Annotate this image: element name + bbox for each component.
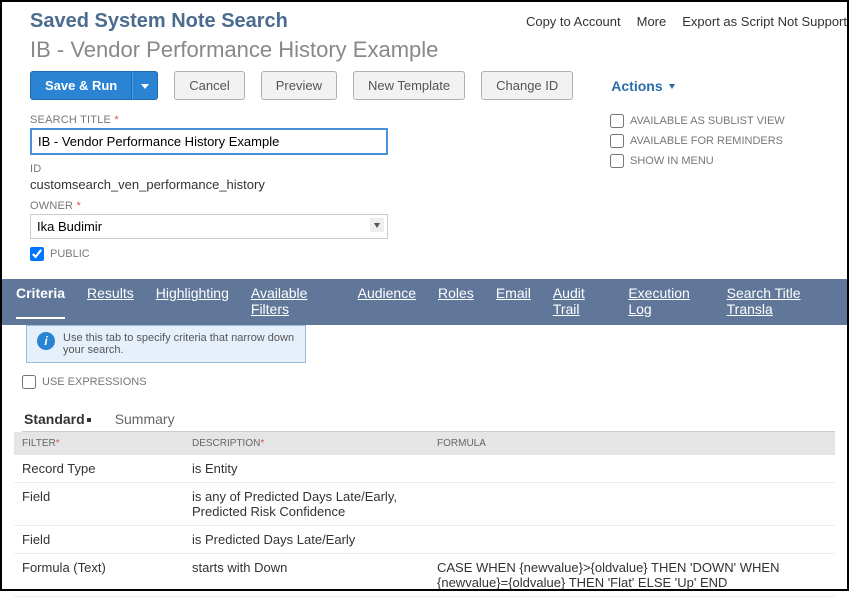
actions-menu-link[interactable]: Actions xyxy=(611,78,674,94)
tab-available-filters[interactable]: Available Filters xyxy=(251,285,336,319)
available-reminders-label: AVAILABLE FOR REMINDERS xyxy=(630,135,783,147)
cell-description: starts with Down xyxy=(184,554,429,597)
caret-down-icon xyxy=(141,84,149,89)
export-script-link[interactable]: Export as Script Not Support xyxy=(682,14,847,29)
cell-formula xyxy=(429,455,835,483)
search-title-input[interactable] xyxy=(30,128,388,155)
available-sublist-checkbox[interactable] xyxy=(610,114,624,128)
criteria-table: FILTER* DESCRIPTION* FORMULA Record Type… xyxy=(14,432,835,597)
tab-audience[interactable]: Audience xyxy=(358,285,416,319)
tab-criteria[interactable]: Criteria xyxy=(16,285,65,319)
cell-filter: Formula (Text) xyxy=(14,554,184,597)
owner-select[interactable] xyxy=(30,214,388,239)
tab-search-title-translation[interactable]: Search Title Transla xyxy=(727,285,833,319)
new-template-button[interactable]: New Template xyxy=(353,71,465,100)
info-icon: i xyxy=(37,332,55,350)
page-subtitle: IB - Vendor Performance History Example xyxy=(30,37,847,63)
col-header-formula: FORMULA xyxy=(429,432,835,455)
table-row[interactable]: Record Type is Entity xyxy=(14,455,835,483)
sub-tab-standard[interactable]: Standard xyxy=(22,407,93,431)
save-and-run-menu-button[interactable] xyxy=(132,71,158,100)
public-checkbox[interactable] xyxy=(30,247,44,261)
tab-execution-log[interactable]: Execution Log xyxy=(628,285,704,319)
page-heading: Saved System Note Search xyxy=(30,10,288,33)
use-expressions-checkbox[interactable] xyxy=(22,375,36,389)
use-expressions-label: USE EXPRESSIONS xyxy=(42,376,147,388)
save-and-run-button[interactable]: Save & Run xyxy=(30,71,132,100)
cell-filter: Record Type xyxy=(14,455,184,483)
search-title-label: SEARCH TITLE * xyxy=(30,114,610,126)
tab-email[interactable]: Email xyxy=(496,285,531,319)
sub-tab-summary[interactable]: Summary xyxy=(113,407,177,431)
table-row[interactable]: Field is Predicted Days Late/Early xyxy=(14,526,835,554)
info-banner: i Use this tab to specify criteria that … xyxy=(26,325,306,363)
copy-to-account-link[interactable]: Copy to Account xyxy=(526,14,621,29)
header-links: Copy to Account More Export as Script No… xyxy=(526,14,847,29)
dropdown-caret-icon[interactable] xyxy=(370,218,384,232)
public-label: PUBLIC xyxy=(50,248,90,260)
table-row[interactable]: Formula (Text) starts with Down CASE WHE… xyxy=(14,554,835,597)
tab-highlighting[interactable]: Highlighting xyxy=(156,285,229,319)
id-label: ID xyxy=(30,163,610,175)
more-link[interactable]: More xyxy=(637,14,667,29)
table-row[interactable]: Field is any of Predicted Days Late/Earl… xyxy=(14,483,835,526)
col-header-description: DESCRIPTION* xyxy=(184,432,429,455)
id-value: customsearch_ven_performance_history xyxy=(30,177,610,192)
tab-results[interactable]: Results xyxy=(87,285,134,319)
cell-description: is Predicted Days Late/Early xyxy=(184,526,429,554)
available-sublist-label: AVAILABLE AS SUBLIST VIEW xyxy=(630,115,785,127)
tab-roles[interactable]: Roles xyxy=(438,285,474,319)
criteria-sub-tabs: Standard Summary xyxy=(22,407,835,432)
show-in-menu-checkbox[interactable] xyxy=(610,154,624,168)
available-reminders-checkbox[interactable] xyxy=(610,134,624,148)
cell-description: is any of Predicted Days Late/Early, Pre… xyxy=(184,483,429,526)
cell-description: is Entity xyxy=(184,455,429,483)
cell-filter: Field xyxy=(14,483,184,526)
preview-button[interactable]: Preview xyxy=(261,71,337,100)
cell-formula: CASE WHEN {newvalue}>{oldvalue} THEN 'DO… xyxy=(429,554,835,597)
col-header-filter: FILTER* xyxy=(14,432,184,455)
show-in-menu-label: SHOW IN MENU xyxy=(630,155,714,167)
cell-formula xyxy=(429,483,835,526)
main-tabs: Criteria Results Highlighting Available … xyxy=(2,279,847,325)
cell-formula xyxy=(429,526,835,554)
info-text: Use this tab to specify criteria that na… xyxy=(63,332,295,356)
cell-filter: Field xyxy=(14,526,184,554)
tab-audit-trail[interactable]: Audit Trail xyxy=(553,285,607,319)
caret-down-icon xyxy=(669,84,675,89)
cancel-button[interactable]: Cancel xyxy=(174,71,244,100)
owner-label: OWNER * xyxy=(30,200,610,212)
toolbar: Save & Run Cancel Preview New Template C… xyxy=(30,71,847,100)
change-id-button[interactable]: Change ID xyxy=(481,71,573,100)
